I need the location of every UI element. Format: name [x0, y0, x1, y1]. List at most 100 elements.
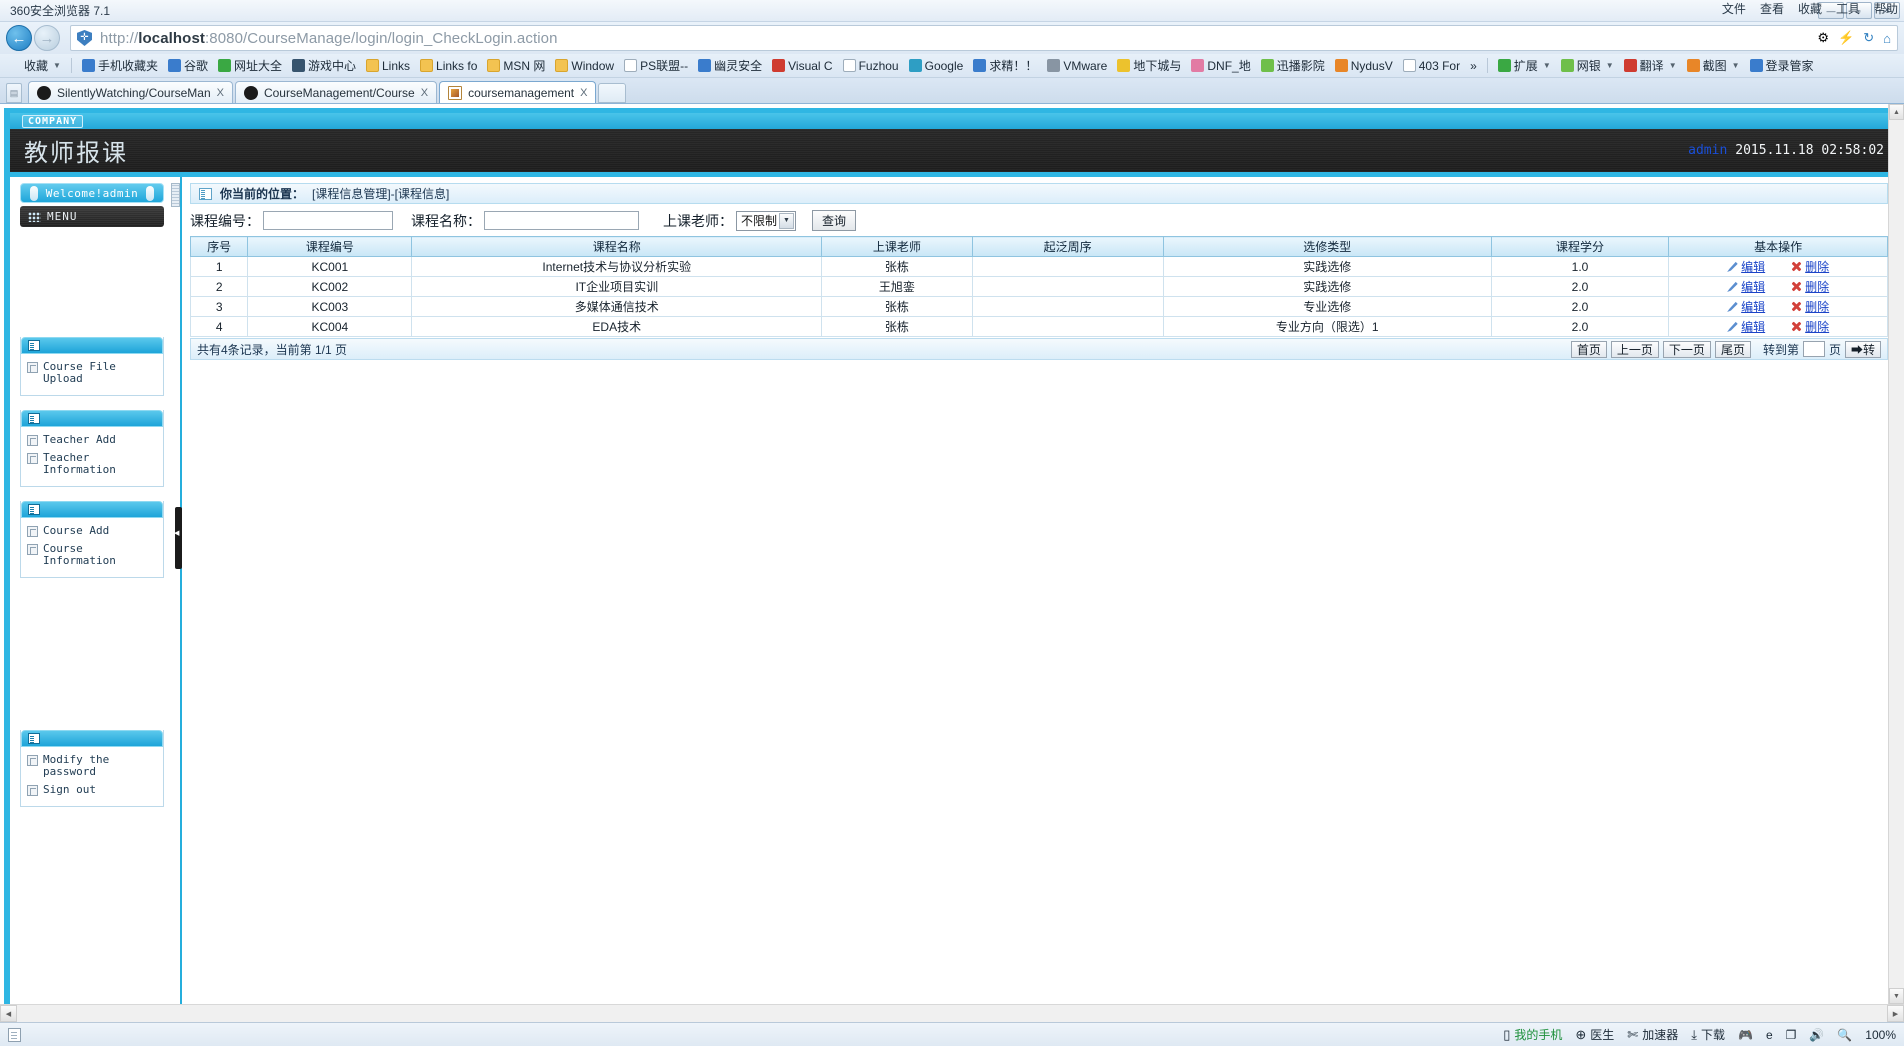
search-button[interactable]: 查询 — [812, 210, 856, 231]
address-bar[interactable]: ✛ http://localhost:8080/CourseManage/log… — [70, 25, 1898, 51]
taskbar-item[interactable]: ▯ 我的手机 — [1503, 1026, 1562, 1043]
close-icon[interactable]: X — [217, 87, 224, 99]
teacher-select[interactable]: 不限制 ▼ — [736, 210, 796, 231]
page-horizontal-scrollbar[interactable]: ◀ ▶ — [0, 1004, 1904, 1022]
go-page-button[interactable]: ➡转 — [1844, 340, 1881, 358]
sidebar-collapse-handle[interactable] — [174, 507, 182, 569]
browser-tab[interactable]: CourseManagement/Course X — [234, 81, 438, 103]
sidebar-item-course-information[interactable]: Course Information — [27, 541, 159, 571]
window-icon[interactable]: ❐ — [1786, 1028, 1797, 1042]
scroll-up-icon[interactable]: ▲ — [1889, 104, 1904, 120]
sidebar-group-header[interactable] — [21, 337, 163, 354]
ie-icon[interactable]: e — [1766, 1028, 1773, 1042]
menu-view[interactable]: 查看 — [1760, 0, 1784, 17]
scroll-left-icon[interactable]: ◀ — [0, 1005, 17, 1022]
sidebar-menu-header[interactable]: MENU — [20, 206, 164, 227]
edit-link[interactable]: 编辑 — [1741, 258, 1765, 275]
bookmark-item[interactable]: 收藏 ▼ — [4, 56, 65, 75]
menu-tools[interactable]: 工具 — [1836, 0, 1860, 17]
sidebar-item-teacher-add[interactable]: Teacher Add — [27, 432, 159, 450]
gear-icon[interactable]: ⚙ — [1817, 30, 1829, 46]
menu-help[interactable]: 帮助 — [1874, 0, 1898, 17]
bookmark-item[interactable]: Window — [551, 58, 618, 74]
close-icon[interactable]: X — [421, 87, 428, 99]
edit-link[interactable]: 编辑 — [1741, 318, 1765, 335]
scroll-down-icon[interactable]: ▼ — [1889, 988, 1904, 1004]
refresh-icon[interactable]: ↻ — [1863, 30, 1874, 46]
browser-tab[interactable]: coursemanagement X — [439, 81, 597, 103]
course-name-input[interactable] — [484, 211, 639, 230]
bookmark-item[interactable]: 谷歌 — [164, 56, 212, 75]
bookmarks-overflow-button[interactable]: » — [1466, 58, 1481, 74]
jump-page-input[interactable] — [1802, 341, 1825, 357]
bookmark-item[interactable]: NydusV — [1331, 58, 1397, 74]
bookmark-item[interactable]: DNF_地 — [1187, 56, 1254, 75]
bookmark-item[interactable]: 手机收藏夹 — [78, 56, 162, 75]
toolbar-button[interactable]: 扩展 ▼ — [1494, 56, 1555, 75]
bookmark-item[interactable]: MSN 网 — [483, 56, 549, 75]
page-vertical-scrollbar[interactable]: ▲ ▼ — [1888, 104, 1904, 1004]
bookmark-item[interactable]: 游戏中心 — [288, 56, 360, 75]
edit-link[interactable]: 编辑 — [1741, 298, 1765, 315]
toolbar-button[interactable]: 网银 ▼ — [1557, 56, 1618, 75]
sidebar-item-modify-the-password[interactable]: Modify the password — [27, 752, 159, 782]
edit-link[interactable]: 编辑 — [1741, 278, 1765, 295]
sidebar-group-header[interactable] — [21, 730, 163, 747]
last-page-button[interactable]: 尾页 — [1714, 340, 1751, 358]
menu-file[interactable]: 文件 — [1722, 0, 1746, 17]
next-page-button[interactable]: 下一页 — [1662, 340, 1711, 358]
delete-link[interactable]: 删除 — [1805, 318, 1829, 335]
prev-page-button[interactable]: 上一页 — [1610, 340, 1659, 358]
taskbar-item[interactable]: ⊕ 医生 — [1575, 1026, 1614, 1043]
taskbar-item[interactable]: ⤓ 下载 — [1691, 1026, 1725, 1043]
sidebar-group-header[interactable] — [21, 501, 163, 518]
delete-link[interactable]: 删除 — [1805, 298, 1829, 315]
bookmark-item[interactable]: Links — [362, 58, 414, 74]
bookmark-item[interactable]: 网址大全 — [214, 56, 286, 75]
sidebar-item-teacher-information[interactable]: Teacher Information — [27, 450, 159, 480]
delete-link[interactable]: 删除 — [1805, 278, 1829, 295]
bookmark-item[interactable]: Visual C — [768, 58, 836, 74]
browser-tab[interactable]: SilentlyWatching/CourseMan X — [28, 81, 233, 103]
new-tab-button[interactable] — [598, 83, 627, 103]
bookmark-item[interactable]: Fuzhou — [839, 58, 903, 74]
menu-favorites[interactable]: 收藏 — [1798, 0, 1822, 17]
bookmark-item[interactable]: 地下城与 — [1113, 56, 1185, 75]
taskbar-item[interactable]: ✄ 加速器 — [1627, 1026, 1678, 1043]
sidebar-group-header[interactable] — [21, 410, 163, 427]
bookmark-item[interactable]: PS联盟-- — [620, 56, 692, 75]
sidebar-item-sign-out[interactable]: Sign out — [27, 782, 159, 800]
tab-list-icon[interactable]: ▤ — [6, 83, 22, 103]
bookmark-item[interactable]: 403 For — [1399, 58, 1464, 74]
scroll-right-icon[interactable]: ▶ — [1887, 1005, 1904, 1022]
bookmark-item[interactable]: 幽灵安全 — [694, 56, 766, 75]
bookmark-item[interactable]: Links fo — [416, 58, 481, 74]
lightning-icon[interactable]: ⚡ — [1838, 30, 1854, 46]
course-code-input[interactable] — [263, 211, 393, 230]
game-icon[interactable]: 🎮 — [1738, 1028, 1753, 1042]
edit-action[interactable]: 编辑 — [1727, 298, 1765, 315]
back-icon[interactable]: ← — [6, 25, 32, 51]
home-icon[interactable]: ⌂ — [1883, 31, 1891, 46]
toolbar-button[interactable]: 登录管家 — [1746, 56, 1818, 75]
sidebar-scroll-thumb[interactable] — [171, 183, 180, 207]
edit-action[interactable]: 编辑 — [1727, 318, 1765, 335]
sound-icon[interactable]: 🔊 — [1809, 1028, 1824, 1042]
toolbar-button[interactable]: 翻译 ▼ — [1620, 56, 1681, 75]
delete-action[interactable]: 删除 — [1791, 258, 1829, 275]
zoom-level[interactable]: 100% — [1865, 1028, 1896, 1042]
sidebar-item-course-file-upload[interactable]: Course File Upload — [27, 359, 159, 389]
delete-action[interactable]: 删除 — [1791, 318, 1829, 335]
edit-action[interactable]: 编辑 — [1727, 278, 1765, 295]
delete-action[interactable]: 删除 — [1791, 278, 1829, 295]
bookmark-item[interactable]: 求精！！ — [969, 56, 1041, 75]
bookmark-item[interactable]: Google — [905, 58, 968, 74]
toolbar-button[interactable]: 截图 ▼ — [1683, 56, 1744, 75]
edit-action[interactable]: 编辑 — [1727, 258, 1765, 275]
forward-icon[interactable]: → — [34, 25, 60, 51]
close-icon[interactable]: X — [580, 87, 587, 99]
bookmark-item[interactable]: VMware — [1043, 58, 1111, 74]
zoom-icon[interactable]: 🔍 — [1837, 1028, 1852, 1042]
delete-action[interactable]: 删除 — [1791, 298, 1829, 315]
sidebar-item-course-add[interactable]: Course Add — [27, 523, 159, 541]
